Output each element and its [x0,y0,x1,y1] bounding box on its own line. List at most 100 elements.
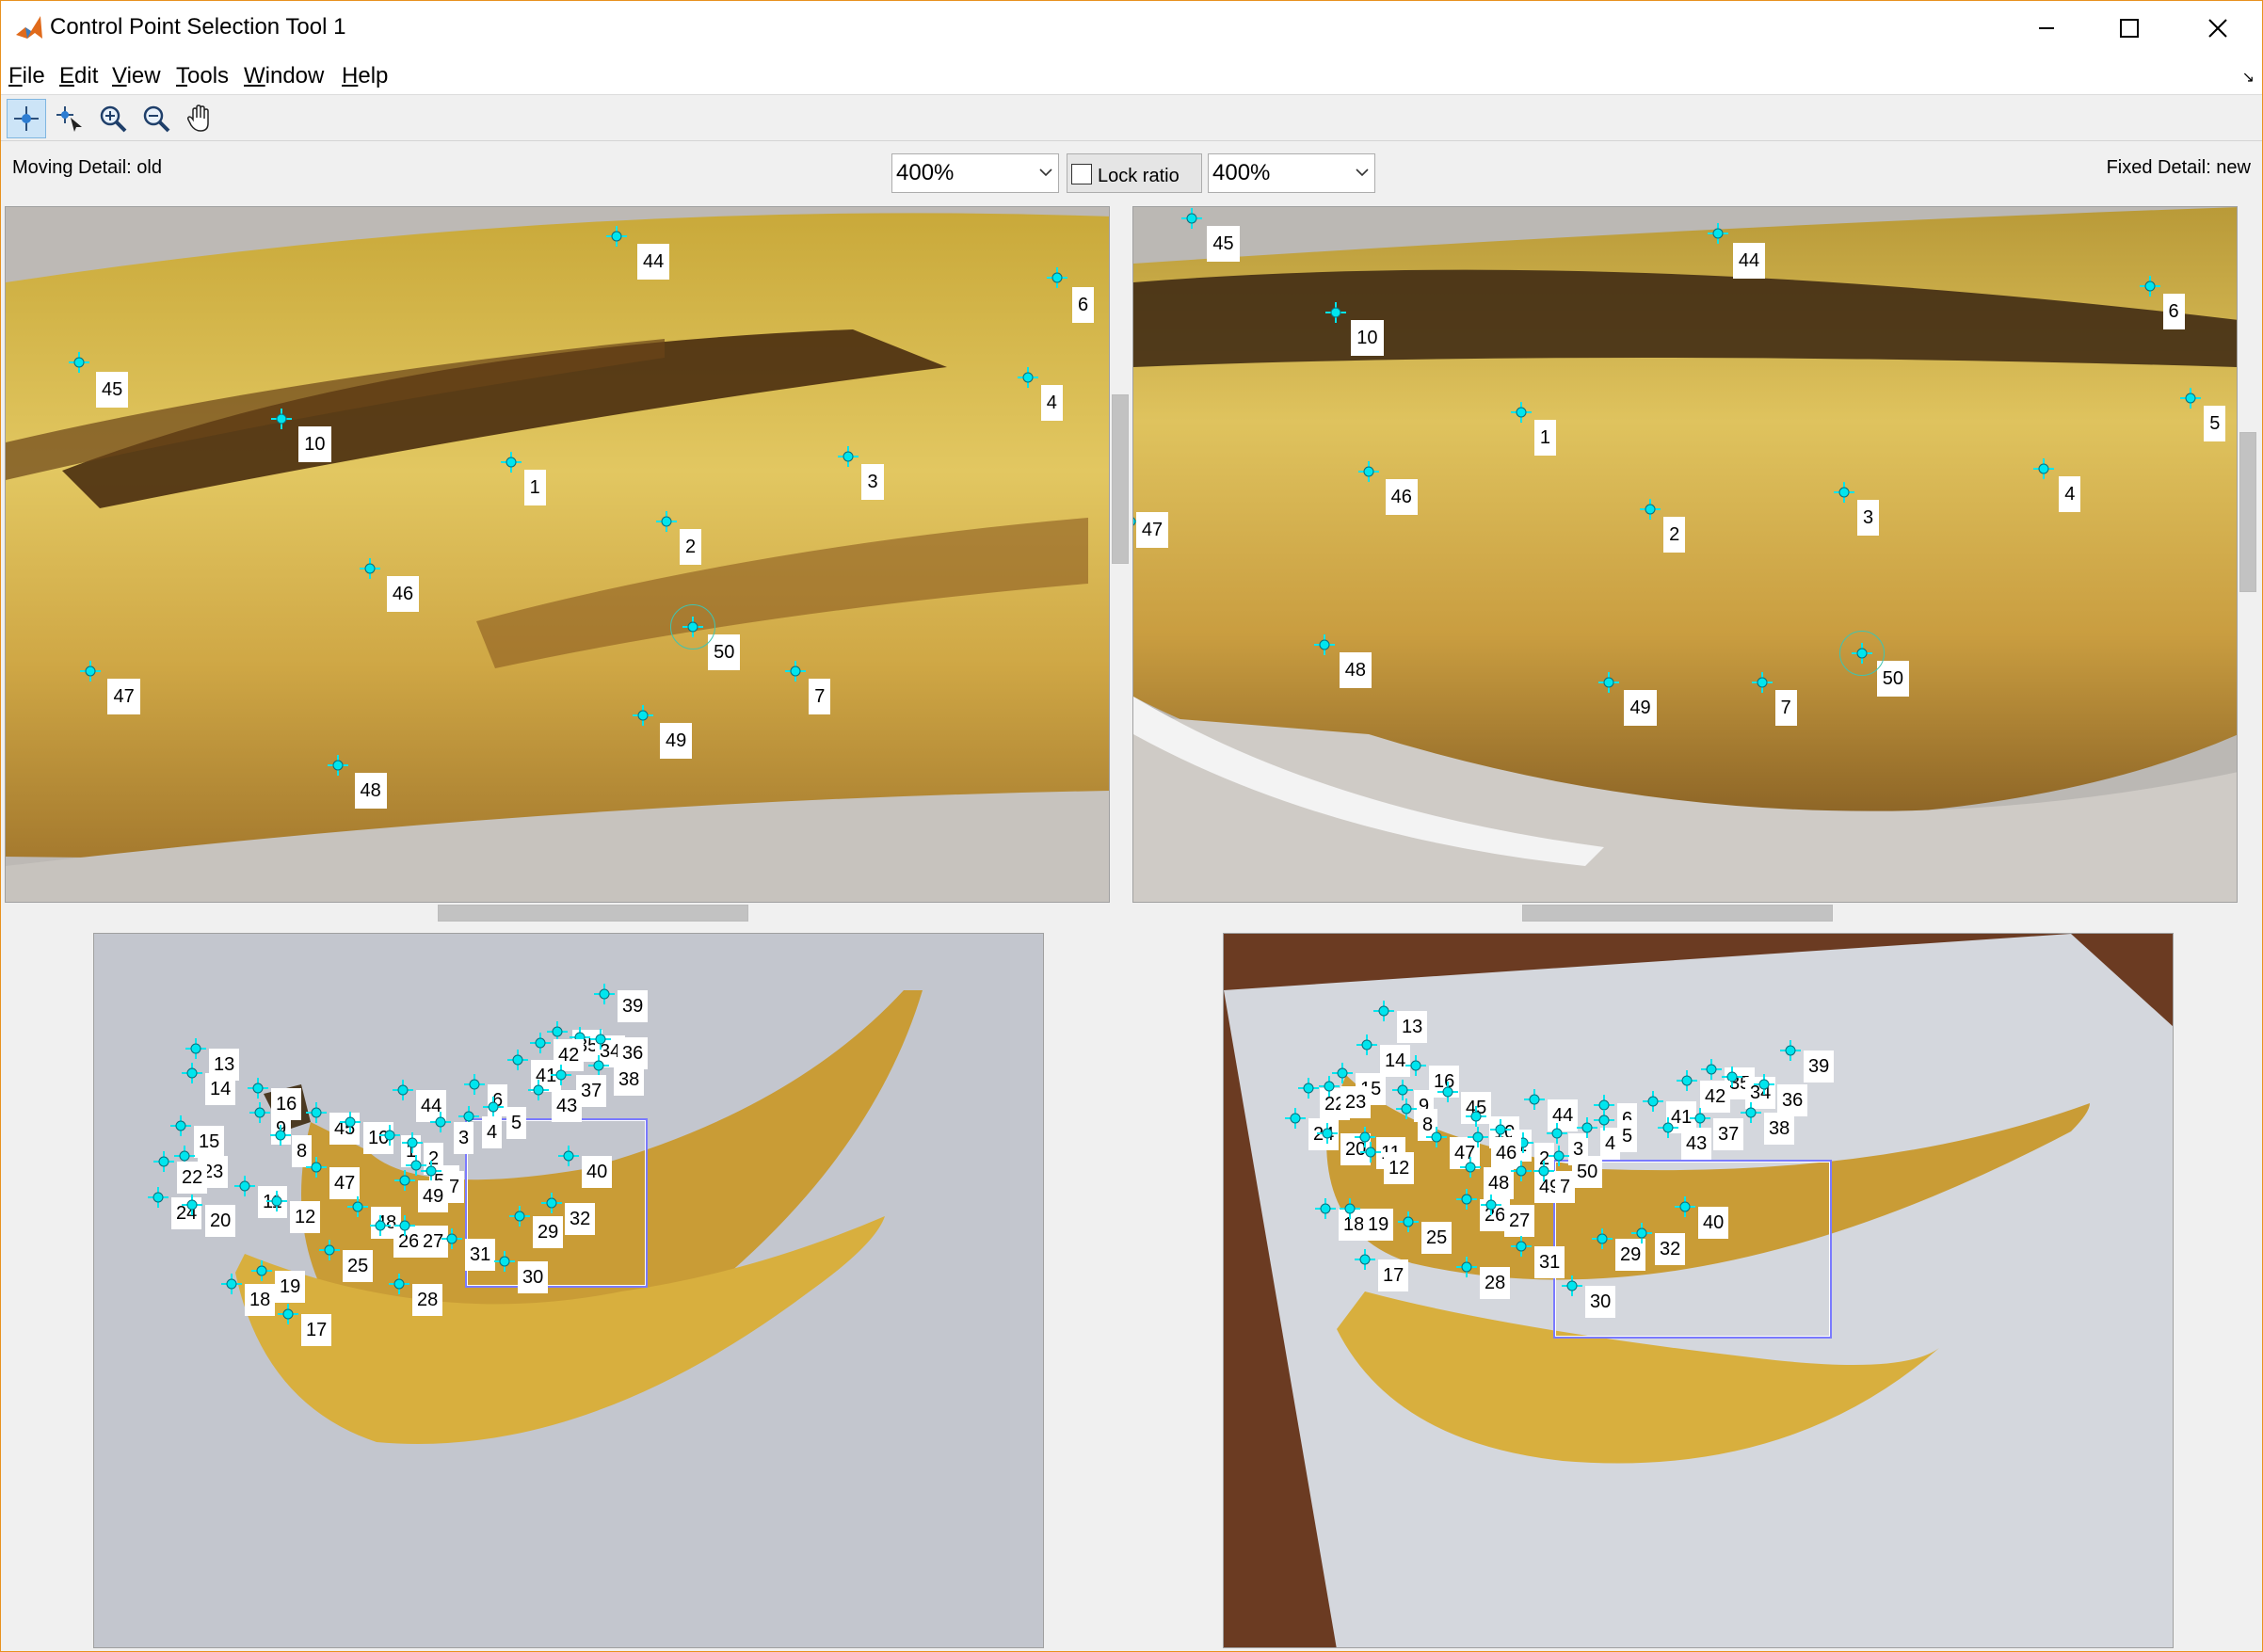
crosshair-marker-icon [1780,1040,1801,1061]
crosshair-marker-icon [494,1251,515,1272]
maximize-button[interactable] [2100,8,2159,48]
fixed-overview-pane[interactable]: 1339141635153436422223945444168103724138… [1223,933,2174,1648]
undock-icon[interactable]: ↘ [2242,68,2255,87]
control-point-label: 19 [275,1271,306,1303]
control-point-label: 4 [1040,384,1063,421]
crosshair-marker-icon [319,1240,340,1260]
moving-detail-pane[interactable]: 44 6 45 10 1 4 3 2 46 50 47 7 49 48 [5,206,1110,903]
crosshair-marker-icon [1643,1091,1663,1112]
zoom-in-tool-button[interactable] [93,99,133,138]
crosshair-marker-icon [2033,457,2055,479]
crosshair-marker-icon [1631,1223,1652,1243]
crosshair-marker-icon [1524,1089,1545,1110]
crosshair-marker-icon [278,1304,298,1324]
scroll-thumb[interactable] [1112,394,1129,564]
control-point-label: 44 [1732,243,1766,280]
control-point-label: 18 [245,1284,276,1316]
control-point-label: 32 [1655,1233,1686,1265]
fixed-detail-vscroll[interactable] [2238,206,2258,903]
moving-detail-vscroll[interactable] [1110,206,1131,903]
add-point-tool-button[interactable] [7,99,46,138]
crosshair-marker-icon [249,1102,270,1123]
scroll-thumb[interactable] [1522,905,1833,922]
crosshair-marker-icon [1562,1275,1582,1296]
crosshair-marker-icon [551,1065,571,1085]
crosshair-marker-icon [359,557,380,579]
menu-tools[interactable]: Tools [176,63,229,89]
crosshair-marker-icon [1754,1074,1774,1095]
control-point-label: 47 [329,1167,361,1199]
banana-detail-image [6,207,1109,902]
crosshair-marker-icon [1315,1198,1336,1219]
fixed-detail-pane[interactable]: 45 44 10 6 1 5 46 4 47 3 2 48 50 49 7 [1132,206,2238,903]
pan-hand-tool-button[interactable] [180,99,219,138]
crosshair-marker-icon [1592,1228,1613,1249]
close-button[interactable] [2189,8,2247,48]
crosshair-marker-icon [148,1187,169,1208]
crosshair-marker-icon [347,1196,368,1217]
control-point-label: 3 [1857,499,1880,536]
zoom-in-icon [100,105,127,133]
crosshair-marker-icon [2139,276,2160,297]
banana-detail-image [1133,207,2237,902]
menu-view[interactable]: View [112,63,161,89]
menu-file[interactable]: File [8,63,45,89]
minimize-button[interactable] [2017,8,2076,48]
moving-detail-hscroll[interactable] [5,903,1110,923]
control-point-label: 31 [1534,1246,1565,1278]
crosshair-marker-icon [1707,223,1728,245]
control-point-label: 25 [1421,1222,1452,1254]
crosshair-marker-icon [402,1132,423,1153]
crosshair-marker-icon [1285,1108,1306,1129]
crosshair-marker-icon [1677,1070,1697,1091]
zoom-out-tool-button[interactable] [136,99,176,138]
control-point-label: 38 [614,1064,645,1096]
crosshair-marker-icon [153,1151,174,1172]
crosshair-marker-icon [379,1125,400,1146]
crosshair-marker-icon [80,660,102,682]
control-point-label: 3 [861,464,884,501]
menu-window[interactable]: Window [244,63,324,89]
menu-help[interactable]: Help [342,63,388,89]
moving-overview-pane[interactable]: 3913353436421441383716446435945410381512… [93,933,1044,1648]
fixed-zoom-select[interactable]: 400% [1208,153,1375,193]
crosshair-marker-icon [1392,1080,1413,1100]
control-point-label: 15 [194,1126,225,1158]
crosshair-marker-icon [270,1125,291,1146]
crosshair-marker-icon [528,1080,549,1100]
close-icon [2208,19,2227,38]
scroll-thumb[interactable] [438,905,748,922]
menu-edit[interactable]: Edit [59,63,98,89]
control-point-label: 44 [636,244,670,281]
scroll-thumb[interactable] [2239,432,2256,592]
checkbox-box [1071,164,1092,184]
control-point-label: 10 [1351,320,1384,357]
crosshair-marker-icon [1319,1076,1340,1097]
crosshair-marker-icon [1547,1123,1567,1144]
crosshair-marker-icon [1549,1146,1569,1166]
crosshair-marker-icon [1456,1189,1477,1210]
crosshair-marker-icon [394,1215,415,1236]
fixed-detail-hscroll[interactable] [1132,903,2238,923]
moving-zoom-select[interactable]: 400% [891,153,1059,193]
control-point-label: 37 [1713,1118,1744,1150]
select-point-tool-button[interactable] [50,99,89,138]
lock-ratio-checkbox[interactable]: Lock ratio [1067,153,1202,193]
crosshair-marker-icon [464,1074,485,1095]
selected-point-ring [670,604,716,650]
crosshair-marker-icon [234,1176,255,1196]
info-bar: Moving Detail: old 400% Lock ratio 400% … [1,142,2262,202]
crosshair-marker-icon [340,1112,361,1132]
crosshair-marker-icon [541,1193,562,1213]
crosshair-marker-icon [441,1228,462,1249]
chevron-down-icon [1039,168,1052,177]
crosshair-marker-icon [1751,672,1773,694]
control-point-label: 38 [1764,1113,1795,1145]
crosshair-marker-icon [1466,1106,1486,1127]
control-point-label: 28 [1480,1267,1511,1299]
crosshair-marker-icon [1437,1082,1458,1102]
crosshair-marker-icon [1468,1127,1488,1147]
crosshair-marker-icon [1690,1108,1710,1129]
select-point-icon [56,106,82,132]
crosshair-marker-icon [1594,1110,1614,1131]
